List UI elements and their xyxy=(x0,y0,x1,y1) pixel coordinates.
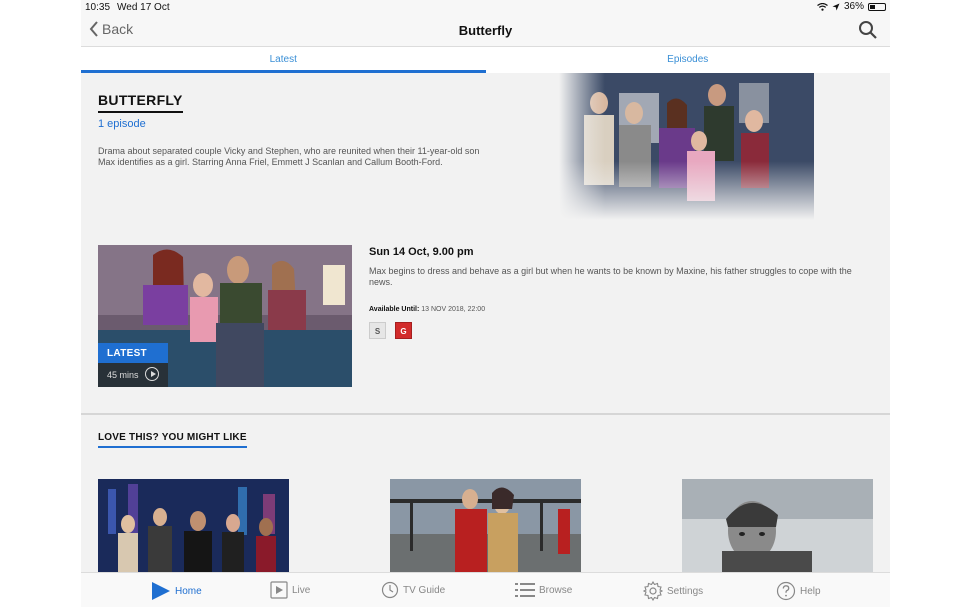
show-description: Drama about separated couple Vicky and S… xyxy=(98,146,480,167)
battery-icon xyxy=(868,2,886,11)
availability-label: Available Until: xyxy=(369,306,420,313)
availability-value: 13 NOV 2018, 22:00 xyxy=(421,306,486,313)
latest-episode: LATEST 45 mins Sun 14 Oct, 9.00 pm Max b… xyxy=(81,233,890,413)
status-date: Wed 17 Oct xyxy=(117,2,170,13)
tab-bar-home[interactable]: Home xyxy=(151,581,202,601)
recommendations-title: LOVE THIS? YOU MIGHT LIKE xyxy=(98,432,247,448)
show-header: BUTTERFLY 1 episode Drama about separate… xyxy=(81,73,890,233)
episode-count-link[interactable]: 1 episode xyxy=(98,118,146,130)
tab-latest[interactable]: Latest xyxy=(81,47,486,73)
guidance-badge: G xyxy=(395,322,412,339)
tab-bar-tv-guide[interactable]: TV Guide xyxy=(381,581,445,599)
help-icon xyxy=(776,581,796,601)
search-button[interactable] xyxy=(858,20,878,45)
status-right: 36% xyxy=(817,1,886,12)
recommendation-card[interactable] xyxy=(682,479,873,572)
status-time: 10:35 xyxy=(85,2,111,13)
list-icon xyxy=(515,583,535,597)
recommendation-card[interactable] xyxy=(98,479,289,572)
nav-bar: Back Butterfly xyxy=(81,14,890,47)
search-icon xyxy=(859,21,877,39)
gear-icon xyxy=(643,581,663,601)
tab-bar-settings[interactable]: Settings xyxy=(643,581,703,601)
availability: Available Until: 13 NOV 2018, 22:00 xyxy=(369,306,485,313)
tab-bar-help-label: Help xyxy=(800,585,821,597)
app-frame: 10:35 Wed 17 Oct 36% Back Butterfly Late… xyxy=(81,0,890,607)
live-play-icon xyxy=(270,581,288,599)
latest-badge: LATEST xyxy=(98,343,168,363)
tab-bar-browse[interactable]: Browse xyxy=(515,581,572,599)
location-icon xyxy=(832,3,840,10)
duration-bar: 45 mins xyxy=(98,363,168,387)
tab-bar-browse-label: Browse xyxy=(539,584,573,596)
segment-tabs: Latest Episodes xyxy=(81,47,890,73)
duration-text: 45 mins xyxy=(107,370,139,380)
tab-episodes[interactable]: Episodes xyxy=(486,47,891,73)
home-play-icon xyxy=(152,582,170,600)
episode-thumbnail[interactable]: LATEST 45 mins xyxy=(98,245,352,387)
page-title: Butterfly xyxy=(458,23,513,38)
tab-bar-home-label: Home xyxy=(175,585,202,597)
recommendation-card[interactable] xyxy=(390,479,581,572)
tab-bar-tv-guide-label: TV Guide xyxy=(403,584,446,596)
show-title: BUTTERFLY xyxy=(98,92,183,113)
play-circle-icon[interactable] xyxy=(145,367,159,381)
battery-percent: 36% xyxy=(843,1,864,12)
episode-description: Max begins to dress and behave as a girl… xyxy=(369,266,852,287)
subtitles-badge: S xyxy=(369,322,386,339)
show-hero-image xyxy=(559,73,814,220)
section-divider xyxy=(81,413,890,415)
tab-bar-live-label: Live xyxy=(292,584,311,596)
episode-datetime: Sun 14 Oct, 9.00 pm xyxy=(369,246,474,258)
tab-bar-live[interactable]: Live xyxy=(270,581,310,599)
wifi-icon xyxy=(817,2,828,11)
clock-icon xyxy=(381,581,399,599)
tab-bar-settings-label: Settings xyxy=(667,585,704,597)
bottom-tab-bar: Home Live TV Guide Browse Settings Help xyxy=(81,572,890,607)
status-bar: 10:35 Wed 17 Oct 36% xyxy=(81,0,890,14)
tab-bar-help[interactable]: Help xyxy=(776,581,821,601)
